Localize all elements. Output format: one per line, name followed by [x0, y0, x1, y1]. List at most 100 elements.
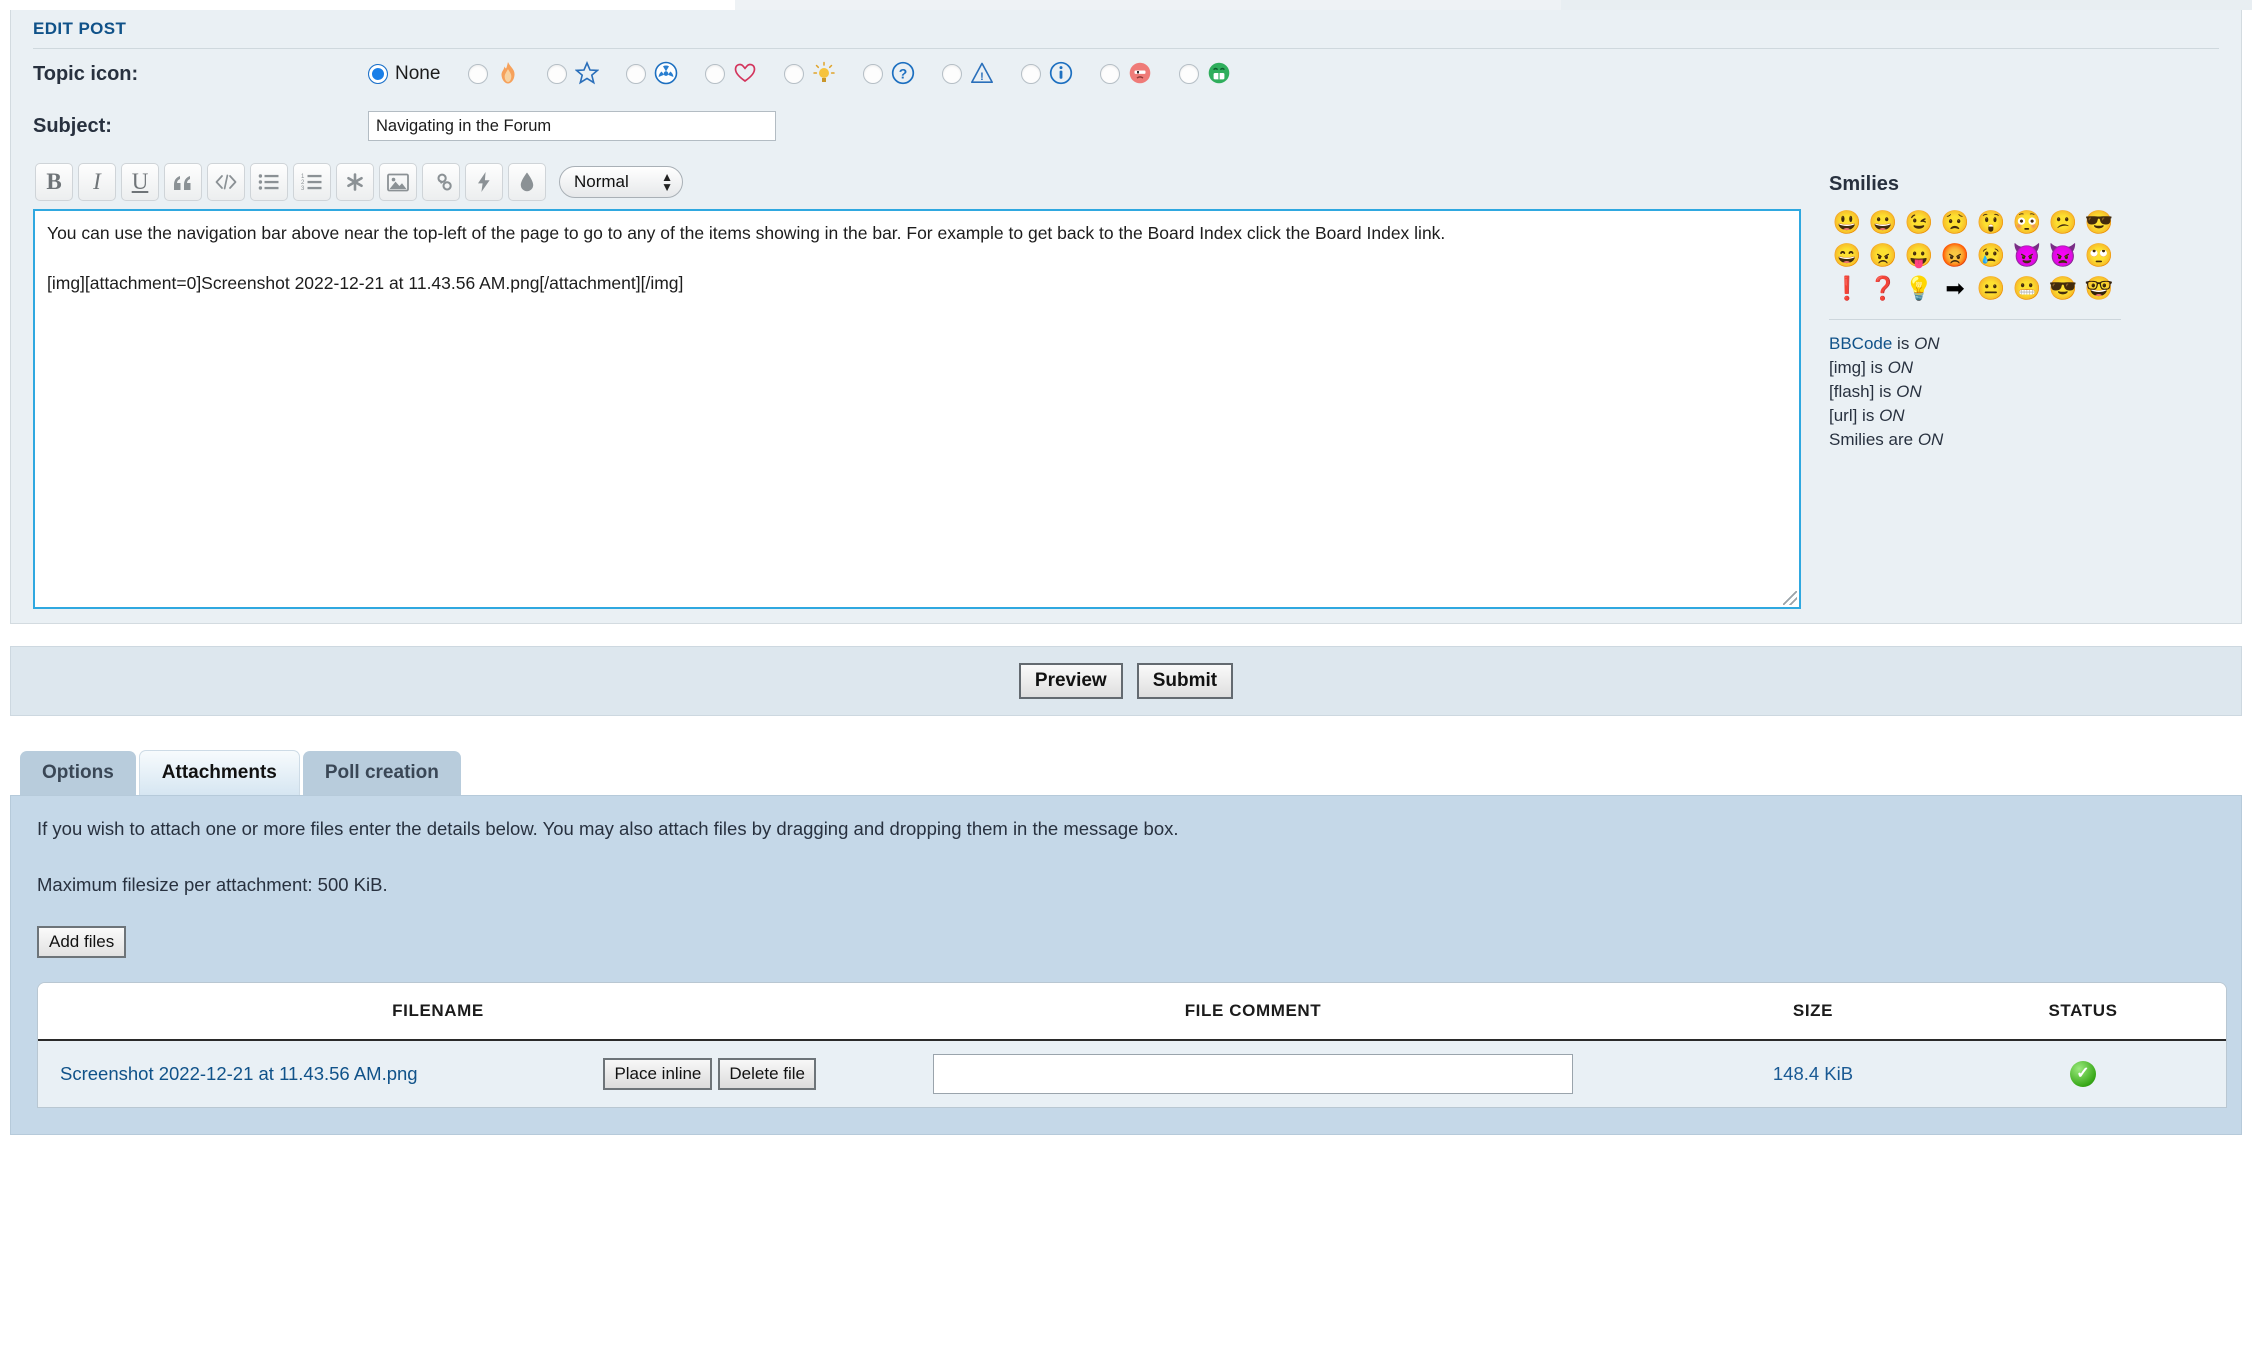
bbcode-status-flash: [flash] is ON	[1829, 380, 2219, 404]
smilie-item[interactable]: 😕	[2045, 206, 2081, 239]
fire-icon[interactable]	[495, 61, 521, 87]
resize-grip[interactable]	[1783, 591, 1797, 605]
smilies-divider	[1829, 319, 2121, 320]
smilie-item[interactable]: 😡	[1937, 239, 1973, 272]
code-button[interactable]	[207, 163, 245, 201]
preview-button[interactable]: Preview	[1018, 663, 1123, 699]
quote-button[interactable]	[164, 163, 202, 201]
radio-question[interactable]	[863, 64, 884, 84]
attachments-intro: If you wish to attach one or more files …	[37, 818, 1179, 839]
topic-icon-row: Topic icon: None ? !	[11, 49, 2241, 99]
browser-chrome-strip	[0, 0, 2252, 10]
radio-heart[interactable]	[705, 64, 726, 84]
radio-star[interactable]	[547, 64, 568, 84]
smilie-item[interactable]: 😳	[2009, 206, 2045, 239]
attachment-filename-link[interactable]: Screenshot 2022-12-21 at 11.43.56 AM.png	[60, 1063, 418, 1085]
list-item-button[interactable]	[336, 163, 374, 201]
topic-icon-option-star[interactable]	[547, 60, 620, 87]
edit-post-panel: EDIT POST Topic icon: None ? ! Subject: …	[10, 10, 2242, 624]
radio-fire[interactable]	[468, 64, 489, 84]
warning-icon[interactable]: !	[969, 61, 995, 87]
post-option-tabs: Options Attachments Poll creation	[20, 750, 2252, 795]
chrome-seg-left	[0, 0, 735, 10]
svg-text:3: 3	[301, 186, 305, 191]
smilie-item[interactable]: 😐	[1973, 272, 2009, 305]
smilie-item[interactable]: 😎	[2081, 206, 2117, 239]
file-comment-input[interactable]	[933, 1054, 1573, 1094]
link-icon[interactable]	[422, 163, 460, 201]
smilie-item[interactable]: 😟	[1937, 206, 1973, 239]
smilie-item[interactable]: 😃	[1829, 206, 1865, 239]
topic-icon-option-none[interactable]: None	[368, 63, 462, 85]
smilie-item[interactable]: 😛	[1901, 239, 1937, 272]
radiation-face-icon[interactable]	[653, 61, 679, 87]
smilie-item[interactable]: ❓	[1865, 272, 1901, 305]
topic-icon-option-heart[interactable]	[705, 61, 778, 87]
smilie-item[interactable]: ❗	[1829, 272, 1865, 305]
subject-input[interactable]	[368, 111, 776, 141]
topic-icon-option-radiation[interactable]	[626, 61, 699, 87]
smilie-item[interactable]: 😉	[1901, 206, 1937, 239]
attachments-table-header: FILENAME FILE COMMENT SIZE STATUS	[38, 983, 2226, 1039]
radio-lightbulb[interactable]	[784, 64, 805, 84]
delete-file-button[interactable]: Delete file	[718, 1058, 816, 1090]
smilie-item[interactable]: 💡	[1901, 272, 1937, 305]
smilie-item[interactable]: 😄	[1829, 239, 1865, 272]
heart-icon[interactable]	[732, 61, 758, 87]
smilie-item[interactable]: 😎	[2045, 272, 2081, 305]
smilie-item[interactable]: 😬	[2009, 272, 2045, 305]
topic-icon-option-info[interactable]	[1021, 61, 1094, 87]
underline-button[interactable]: U	[121, 163, 159, 201]
tab-poll-creation[interactable]: Poll creation	[302, 751, 461, 795]
cell-size: 148.4 KiB	[1772, 1063, 1854, 1084]
tab-options[interactable]: Options	[20, 751, 136, 795]
bold-button[interactable]: B	[35, 163, 73, 201]
grin-face-icon[interactable]	[1206, 61, 1232, 87]
smilie-item[interactable]: 😈	[2009, 239, 2045, 272]
submit-bar: Preview Submit	[10, 646, 2242, 716]
unordered-list-button[interactable]	[250, 163, 288, 201]
smilie-item[interactable]: 🙄	[2081, 239, 2117, 272]
smilie-item[interactable]: 😠	[1865, 239, 1901, 272]
smilie-item[interactable]: 😢	[1973, 239, 2009, 272]
star-icon[interactable]	[574, 60, 600, 87]
info-icon[interactable]	[1048, 61, 1074, 87]
bbcode-state-4: ON	[1917, 430, 1944, 449]
topic-icon-option-fire[interactable]	[468, 61, 541, 87]
smilie-item[interactable]: 🤓	[2081, 272, 2117, 305]
bbcode-state-0: ON	[1914, 334, 1940, 353]
smilie-item[interactable]: 😲	[1973, 206, 2009, 239]
font-size-select[interactable]: Normal ▲ ▼	[559, 166, 683, 198]
topic-icon-option-question[interactable]: ?	[863, 61, 936, 87]
italic-button[interactable]: I	[78, 163, 116, 201]
column-header-filename: FILENAME	[392, 1001, 484, 1020]
tab-attachments[interactable]: Attachments	[138, 750, 300, 795]
lightbulb-icon[interactable]	[811, 61, 837, 87]
topic-icon-option-lightbulb[interactable]	[784, 61, 857, 87]
smilie-item[interactable]: 👿	[2045, 239, 2081, 272]
radio-info[interactable]	[1021, 64, 1042, 84]
ordered-list-button[interactable]: 123	[293, 163, 331, 201]
image-button[interactable]	[379, 163, 417, 201]
place-inline-button[interactable]: Place inline	[603, 1058, 713, 1090]
topic-icon-option-angry[interactable]	[1100, 61, 1173, 87]
topic-icon-option-warning[interactable]: !	[942, 61, 1015, 87]
submit-button[interactable]: Submit	[1136, 663, 1234, 699]
radio-radiation[interactable]	[626, 64, 647, 84]
bbcode-rest-3: [url] is	[1829, 406, 1880, 425]
message-textarea[interactable]: You can use the navigation bar above nea…	[33, 209, 1801, 609]
smilie-item[interactable]: 😀	[1865, 206, 1901, 239]
topic-icon-option-grin[interactable]	[1179, 61, 1252, 87]
radio-warning[interactable]	[942, 64, 963, 84]
font-color-button[interactable]	[508, 163, 546, 201]
angry-face-icon[interactable]	[1127, 61, 1153, 87]
smilie-item[interactable]: ➡	[1937, 272, 1973, 305]
radio-angry[interactable]	[1100, 64, 1121, 84]
bbcode-link[interactable]: BBCode	[1829, 334, 1892, 353]
cell-file-comment	[838, 1054, 1668, 1094]
radio-grin[interactable]	[1179, 64, 1200, 84]
radio-none[interactable]	[368, 64, 388, 84]
flash-button[interactable]	[465, 163, 503, 201]
question-icon[interactable]: ?	[890, 61, 916, 87]
add-files-button[interactable]: Add files	[37, 926, 127, 958]
